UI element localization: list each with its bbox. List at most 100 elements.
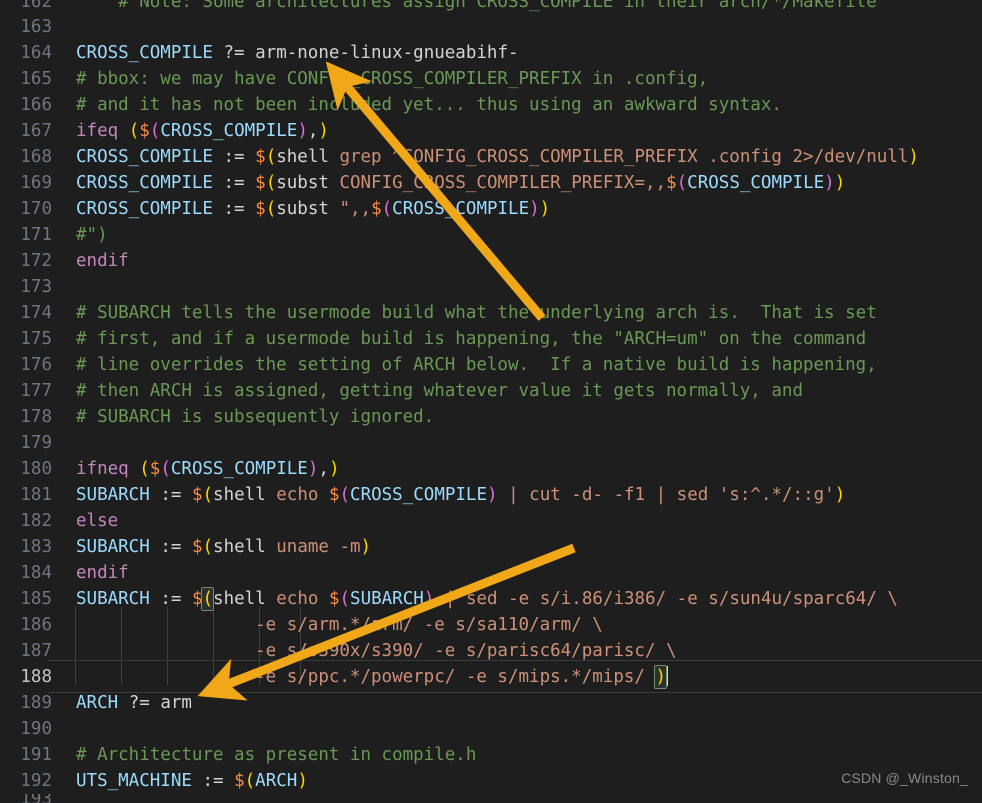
token-b1: ): [328, 459, 340, 479]
line-number: 174: [20, 303, 52, 323]
code-line[interactable]: 190: [0, 716, 982, 742]
code-line[interactable]: 172 endif: [0, 248, 982, 274]
code-line-content[interactable]: endif: [62, 560, 982, 586]
code-line[interactable]: 191 # Architecture as present in compile.…: [0, 742, 982, 768]
code-line[interactable]: 188 -e s/ppc.*/powerpc/ -e s/mips.*/mips…: [0, 660, 982, 693]
code-line[interactable]: 167 ifeq ($(CROSS_COMPILE),): [0, 118, 982, 144]
token-b1: (: [244, 771, 256, 791]
code-line-content[interactable]: # SUBARCH tells the usermode build what …: [62, 300, 982, 326]
token-b1: (: [128, 121, 140, 141]
token-dollar: $: [191, 485, 203, 505]
code-line[interactable]: 175 # first, and if a usermode build is h…: [0, 326, 982, 352]
code-line[interactable]: 177 # then ARCH is assigned, getting what…: [0, 378, 982, 404]
code-line-content[interactable]: # then ARCH is assigned, getting whateve…: [62, 378, 982, 404]
code-line-content[interactable]: SUBARCH := $(shell echo $(CROSS_COMPILE)…: [62, 482, 982, 508]
code-line[interactable]: 185 SUBARCH := $(shell echo $(SUBARCH) | …: [0, 586, 982, 612]
code-line[interactable]: 180 ifneq ($(CROSS_COMPILE),): [0, 456, 982, 482]
code-line-content[interactable]: -e s/s390x/s390/ -e s/parisc64/parisc/ \: [62, 638, 982, 664]
code-line-content[interactable]: CROSS_COMPILE := $(subst ",,$(CROSS_COMP…: [62, 196, 982, 222]
code-line[interactable]: 181 SUBARCH := $(shell echo $(CROSS_COMPI…: [0, 482, 982, 508]
line-number: 169: [20, 173, 52, 193]
code-line[interactable]: 176 # line overrides the setting of ARCH …: [0, 352, 982, 378]
code-line-content[interactable]: ifeq ($(CROSS_COMPILE),): [62, 118, 982, 144]
code-line-list[interactable]: 162 # Note: Some architectures assign CR…: [0, 0, 982, 803]
token-b1: (: [202, 485, 214, 505]
code-line[interactable]: 173: [0, 274, 982, 300]
code-line[interactable]: 189 ARCH ?= arm: [0, 690, 982, 716]
line-number: 193: [0, 794, 62, 803]
token-kw: ifneq: [76, 459, 129, 479]
code-line[interactable]: 192 UTS_MACHINE := $(ARCH): [0, 768, 982, 794]
code-line-content[interactable]: #"): [62, 222, 982, 248]
token-b1: ): [318, 121, 329, 141]
code-line-content[interactable]: # and it has not been included yet... th…: [62, 92, 982, 118]
code-line-content[interactable]: ifneq ($(CROSS_COMPILE),): [62, 456, 982, 482]
code-line-content[interactable]: # bbox: we may have CONFIG_CROSS_COMPILE…: [62, 66, 982, 92]
code-line-content[interactable]: ARCH ?= arm: [62, 690, 982, 716]
token-b2: (: [676, 173, 688, 193]
code-line-content[interactable]: # SUBARCH is subsequently ignored.: [62, 404, 982, 430]
code-line[interactable]: 164 CROSS_COMPILE ?= arm-none-linux-gnuea…: [0, 40, 982, 66]
line-number: 186: [20, 615, 52, 635]
token-b1: (: [265, 199, 277, 219]
code-line[interactable]: 170 CROSS_COMPILE := $(subst ",,$(CROSS_C…: [0, 196, 982, 222]
code-line[interactable]: 179: [0, 430, 982, 456]
code-line-content[interactable]: -e s/ppc.*/powerpc/ -e s/mips.*/mips/ ): [48, 660, 982, 693]
code-line[interactable]: 186 -e s/arm.*/arm/ -e s/sa110/arm/ \: [0, 612, 982, 638]
token-dollar: $: [255, 199, 266, 219]
code-line-content[interactable]: SUBARCH := $(shell echo $(SUBARCH) | sed…: [62, 586, 982, 612]
code-line-content[interactable]: CROSS_COMPILE ?= arm-none-linux-gnueabih…: [62, 40, 982, 66]
token-op: :=: [160, 589, 182, 609]
code-line[interactable]: 169 CROSS_COMPILE := $(subst CONFIG_CROSS…: [0, 170, 982, 196]
code-line-content[interactable]: # line overrides the setting of ARCH bel…: [62, 352, 982, 378]
token-dollar: $: [255, 147, 266, 167]
code-line-content[interactable]: CROSS_COMPILE := $(subst CONFIG_CROSS_CO…: [62, 170, 982, 196]
token-var: CROSS_COMPILE: [76, 147, 213, 167]
code-line[interactable]: 183 SUBARCH := $(shell uname -m): [0, 534, 982, 560]
code-editor[interactable]: 162 # Note: Some architectures assign CR…: [0, 0, 982, 803]
code-line-content[interactable]: # Note: Some architectures assign CROSS_…: [62, 0, 982, 14]
code-line[interactable]: 171 #"): [0, 222, 982, 248]
token-com: # line overrides the setting of ARCH bel…: [76, 355, 877, 375]
line-number: 179: [20, 433, 52, 453]
line-number: 191: [20, 745, 52, 765]
code-line[interactable]: 193: [0, 794, 982, 803]
code-line[interactable]: 165 # bbox: we may have CONFIG_CROSS_COMP…: [0, 66, 982, 92]
line-number: 192: [20, 771, 52, 791]
token-b2: ): [487, 485, 498, 505]
code-line[interactable]: 174 # SUBARCH tells the usermode build wh…: [0, 300, 982, 326]
token-dollar: $: [234, 771, 245, 791]
line-number: 172: [20, 251, 52, 271]
code-line[interactable]: 163: [0, 14, 982, 40]
code-line-content[interactable]: # first, and if a usermode build is happ…: [62, 326, 982, 352]
token-com: # Note: Some architectures assign CROSS_…: [76, 0, 877, 12]
token-b2: (: [339, 485, 351, 505]
code-line-content[interactable]: CROSS_COMPILE := $(shell grep ^CONFIG_CR…: [62, 144, 982, 170]
token-b1: ): [834, 485, 846, 505]
code-line-content[interactable]: endif: [62, 248, 982, 274]
token-com: # and it has not been included yet... th…: [76, 95, 782, 115]
code-line-content[interactable]: else: [62, 508, 982, 534]
line-number: 162: [20, 0, 52, 12]
code-line[interactable]: 166 # and it has not been included yet...…: [0, 92, 982, 118]
line-number: 171: [20, 225, 52, 245]
token-var: CROSS_COMPILE: [687, 173, 825, 193]
code-line[interactable]: 162 # Note: Some architectures assign CR…: [0, 0, 982, 14]
token-var: SUBARCH: [76, 537, 150, 557]
token-var: SUBARCH: [76, 485, 150, 505]
token-str: -e s/ppc.*/powerpc/ -e s/mips.*/mips/: [76, 667, 656, 687]
code-line[interactable]: 178 # SUBARCH is subsequently ignored.: [0, 404, 982, 430]
code-line[interactable]: 168 CROSS_COMPILE := $(shell grep ^CONFIG…: [0, 144, 982, 170]
code-line[interactable]: 182 else: [0, 508, 982, 534]
code-line[interactable]: 184 endif: [0, 560, 982, 586]
token-op: ?=: [128, 693, 150, 713]
code-line-content[interactable]: -e s/arm.*/arm/ -e s/sa110/arm/ \: [62, 612, 982, 638]
token-b2: (: [149, 121, 161, 141]
code-line[interactable]: 187 -e s/s390x/s390/ -e s/parisc64/paris…: [0, 638, 982, 664]
code-line-content[interactable]: SUBARCH := $(shell uname -m): [62, 534, 982, 560]
